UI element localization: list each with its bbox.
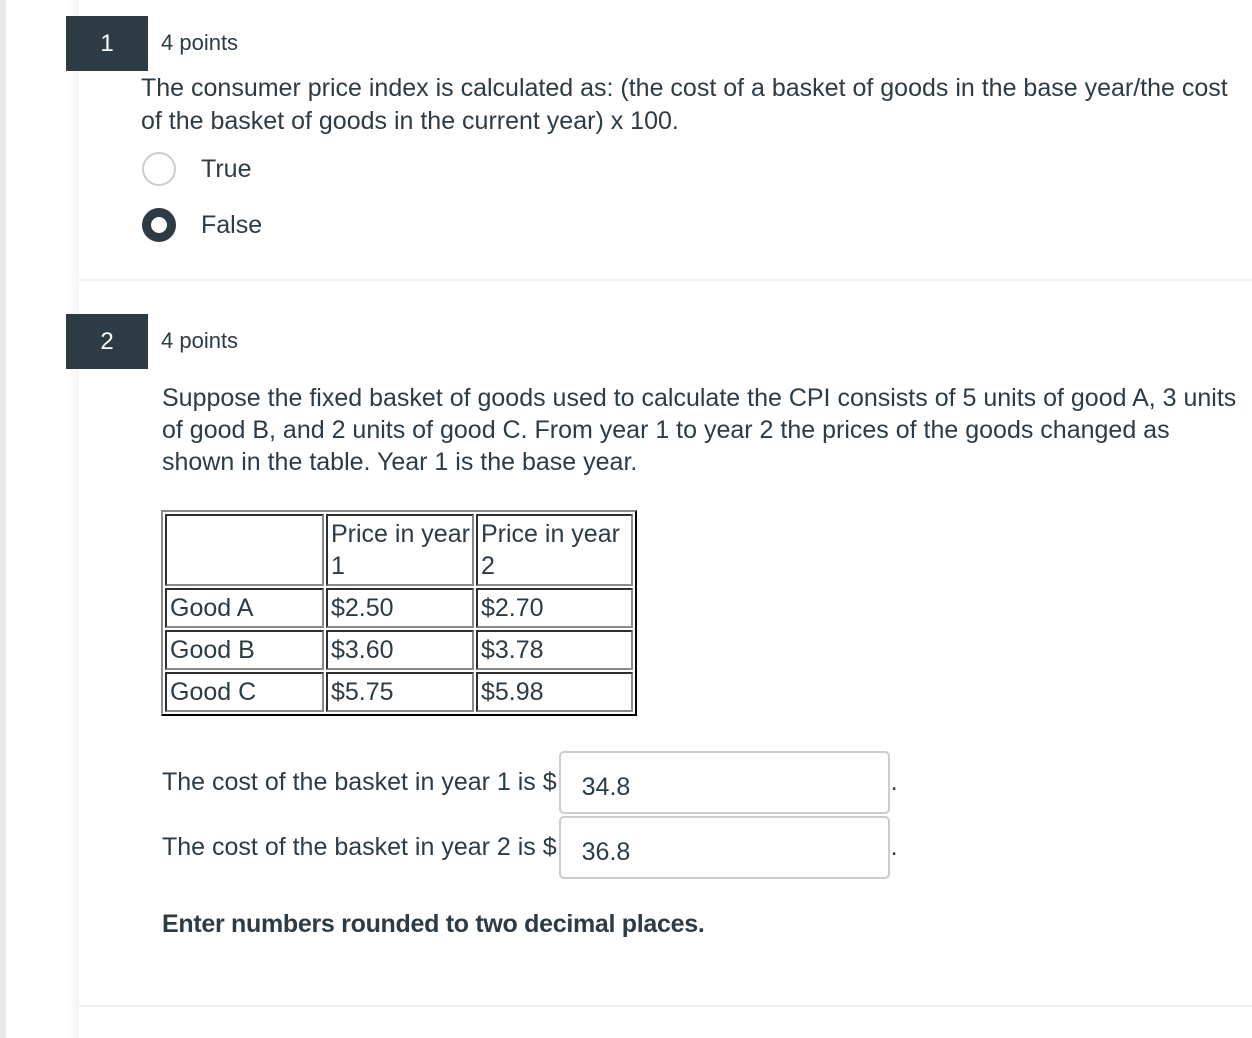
- table-header-cell: Price in year 2: [476, 514, 633, 586]
- table-cell: $3.60: [326, 630, 474, 670]
- rounding-instruction: Enter numbers rounded to two decimal pla…: [162, 910, 705, 938]
- basket-cost-year1-input[interactable]: [558, 750, 890, 814]
- question-number-badge: 1: [66, 16, 148, 71]
- question-prompt: The consumer price index is calculated a…: [141, 74, 1228, 135]
- price-table: Price in year 1 Price in year 2 Good A $…: [161, 510, 637, 716]
- answer-line-year2: The cost of the basket in year 2 is $ .: [162, 815, 898, 879]
- answer-suffix: .: [890, 832, 898, 861]
- question-number-badge: 2: [66, 314, 148, 369]
- table-cell: Good C: [165, 672, 324, 712]
- table-cell: $5.98: [476, 672, 633, 712]
- table-header-row: Price in year 1 Price in year 2: [165, 514, 633, 586]
- table-cell: Good B: [165, 630, 324, 670]
- option-label[interactable]: True: [201, 155, 251, 184]
- table-header-cell: Price in year 1: [326, 514, 474, 586]
- question-divider: [78, 1005, 1252, 1007]
- question-points: 4 points: [161, 328, 239, 353]
- table-cell: $5.75: [326, 672, 474, 712]
- table-row: Good B $3.60 $3.78: [165, 630, 633, 670]
- table-cell: $2.70: [476, 588, 633, 628]
- table-row: Good A $2.50 $2.70: [165, 588, 633, 628]
- basket-cost-year2-input[interactable]: [558, 815, 890, 879]
- answer-option-true[interactable]: True: [142, 151, 251, 187]
- table-cell: Good A: [165, 588, 324, 628]
- question-prompt: Suppose the fixed basket of goods used t…: [162, 384, 1237, 476]
- answer-prefix: The cost of the basket in year 1 is $: [162, 767, 557, 796]
- radio-button-unchecked[interactable]: [142, 152, 176, 186]
- answer-option-false[interactable]: False: [142, 207, 262, 243]
- answer-prefix: The cost of the basket in year 2 is $: [162, 832, 557, 861]
- question-divider: [78, 279, 1252, 281]
- radio-button-checked[interactable]: [142, 208, 176, 242]
- table-header-cell: [165, 514, 324, 586]
- table-row: Good C $5.75 $5.98: [165, 672, 633, 712]
- question-points: 4 points: [161, 30, 239, 55]
- table-cell: $2.50: [326, 588, 474, 628]
- answer-suffix: .: [890, 767, 898, 796]
- page-left-edge: [0, 0, 6, 1038]
- table-cell: $3.78: [476, 630, 633, 670]
- option-label[interactable]: False: [201, 211, 262, 240]
- content-shadow: [66, 0, 79, 1038]
- answer-line-year1: The cost of the basket in year 1 is $ .: [162, 750, 898, 814]
